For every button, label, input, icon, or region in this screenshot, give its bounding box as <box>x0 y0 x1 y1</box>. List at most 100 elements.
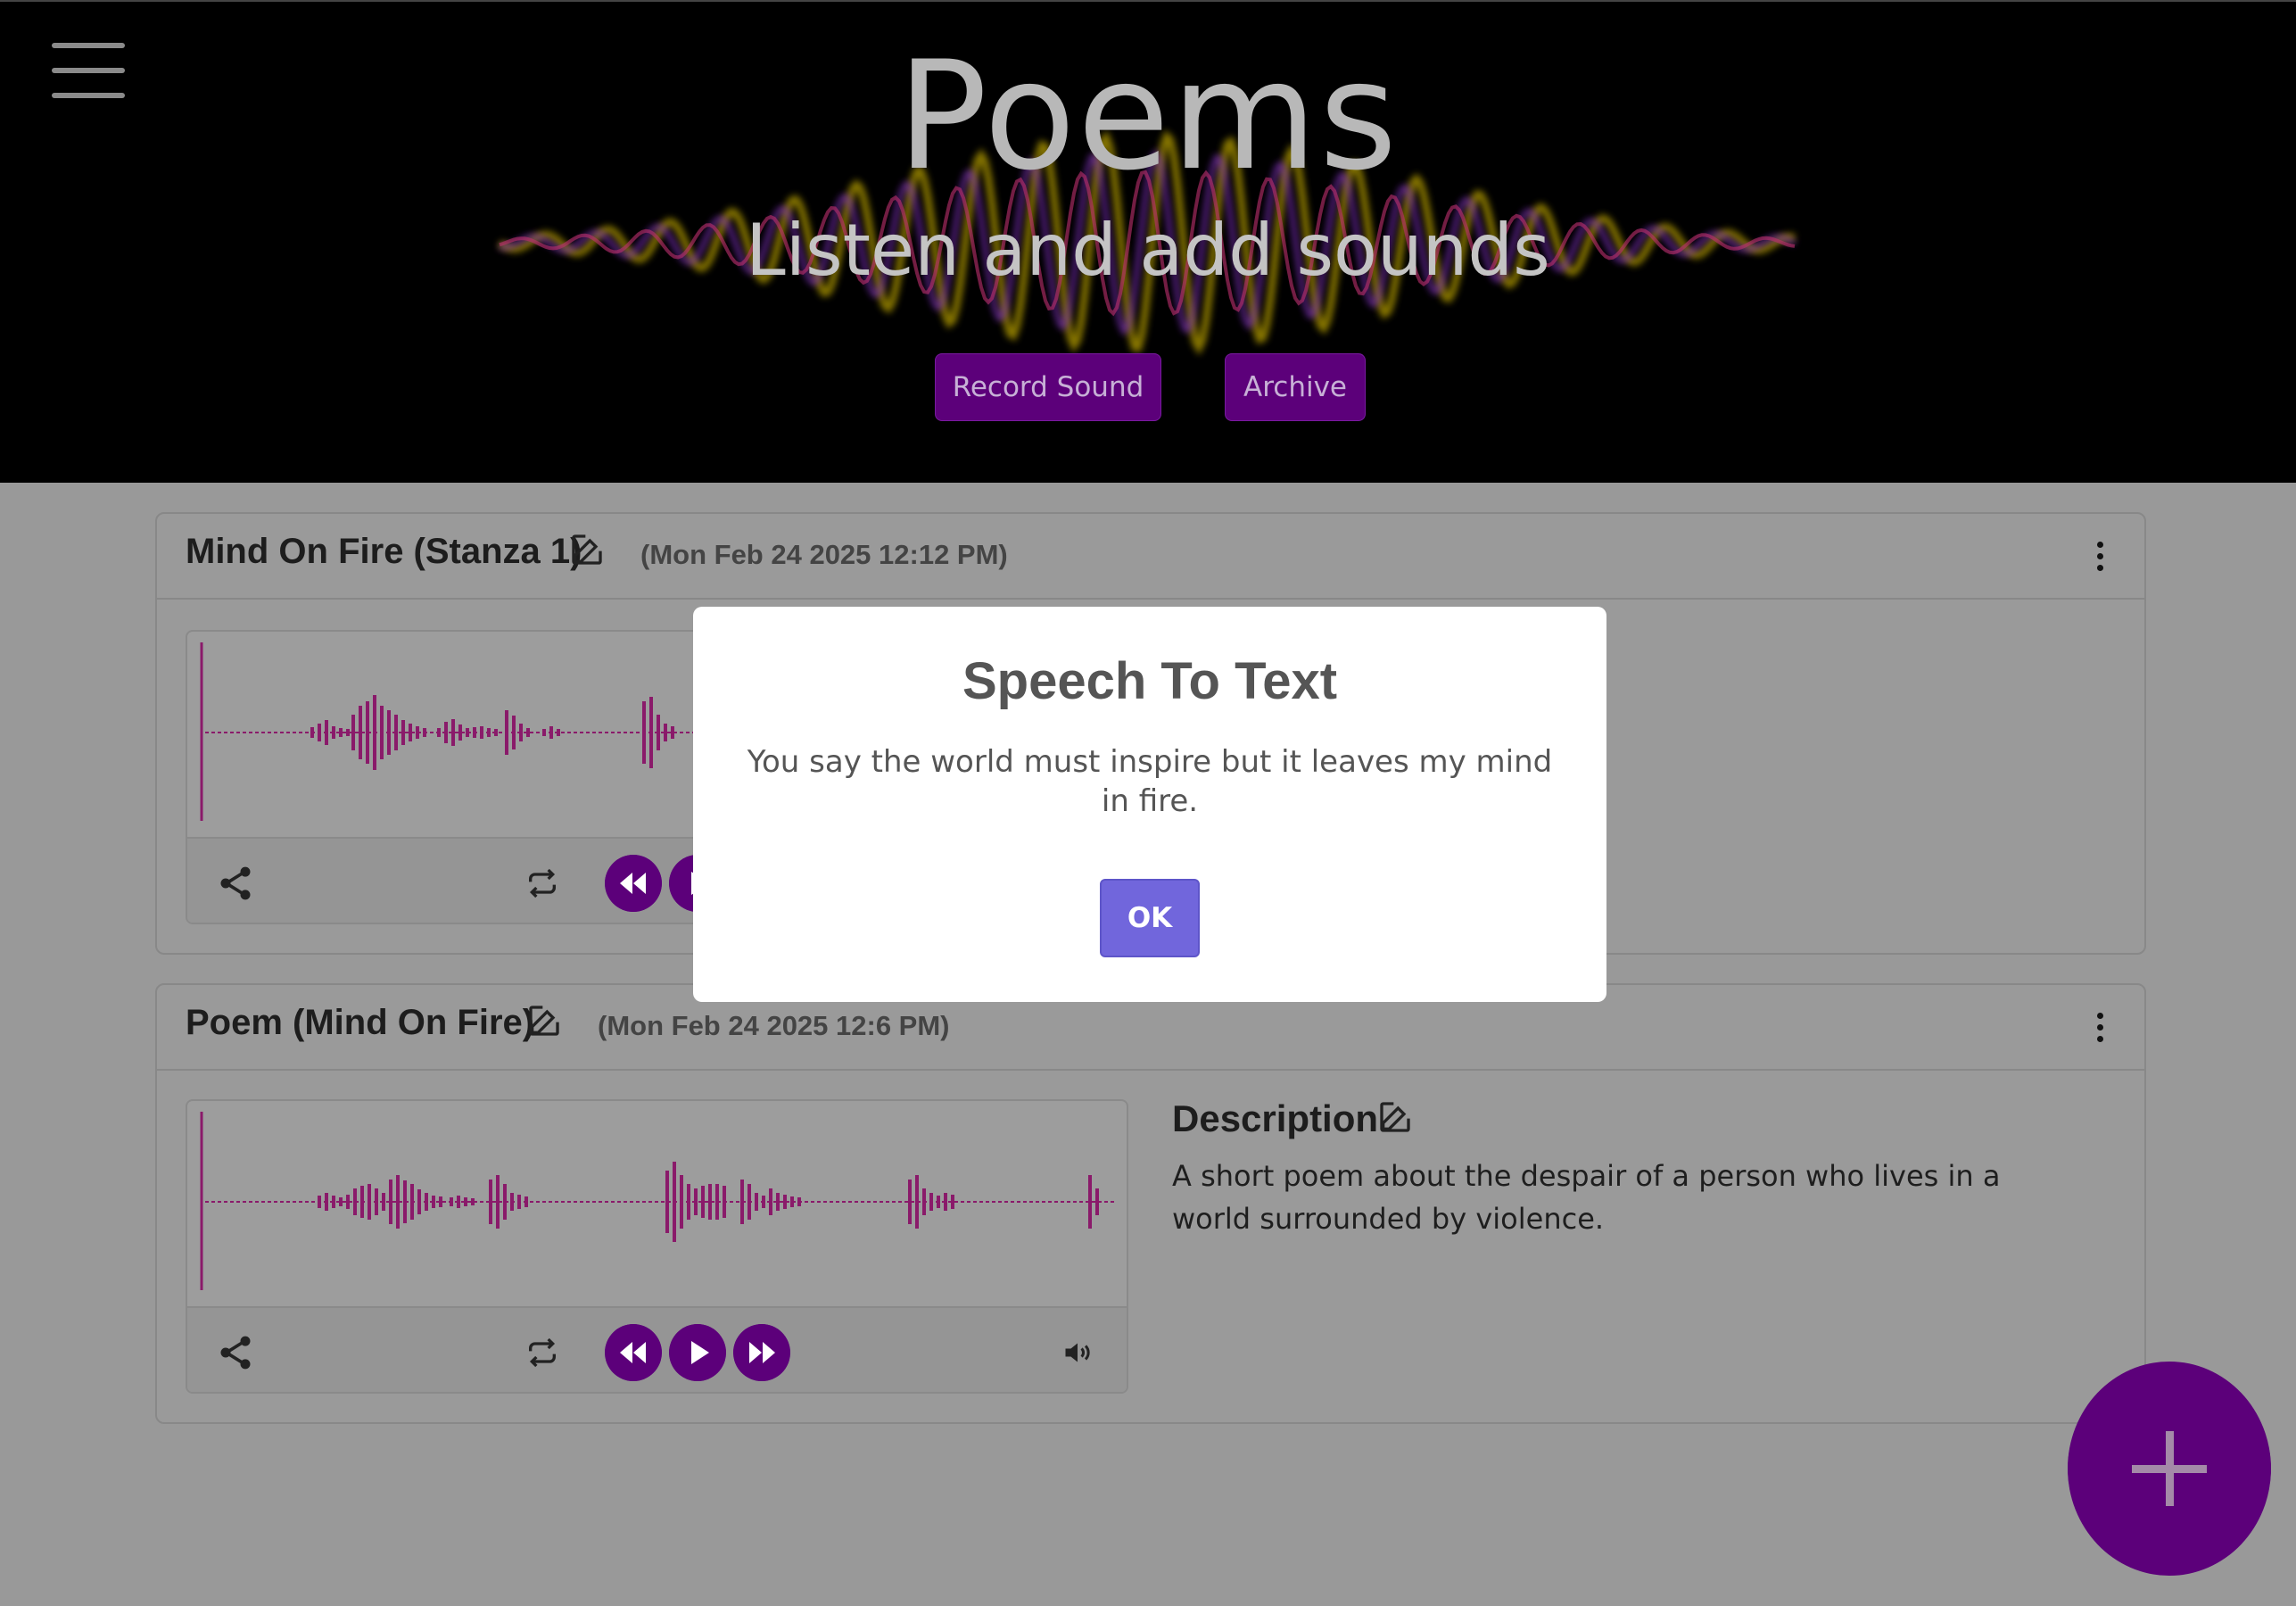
waveform-bar <box>701 1186 705 1218</box>
card-title: Poem (Mind On Fire) <box>186 1003 535 1042</box>
description-text: A short poem about the despair of a pers… <box>1172 1159 2001 1236</box>
waveform-bar <box>512 716 516 749</box>
waveform-bar <box>496 1175 500 1229</box>
waveform-bar <box>473 727 476 738</box>
waveform-bar <box>439 1196 442 1207</box>
waveform-bar <box>346 1195 350 1209</box>
waveform-bar <box>951 1195 954 1209</box>
edit-icon[interactable] <box>569 532 605 567</box>
waveform-bar <box>489 1180 492 1224</box>
waveform-bar <box>457 1196 460 1208</box>
waveform-bar <box>389 1180 392 1224</box>
waveform-bar <box>929 1193 933 1211</box>
waveform-bar <box>755 1193 758 1211</box>
waveform-bar <box>673 1162 676 1242</box>
waveform-bar <box>937 1196 940 1208</box>
waveform-bar <box>1088 1175 1092 1229</box>
waveform-bar <box>664 724 667 741</box>
record-sound-button[interactable]: Record Sound <box>935 353 1161 421</box>
dialog-text: You say the world must inspire but it le… <box>747 744 1553 819</box>
play-icon[interactable] <box>669 1324 726 1381</box>
waveform-bar <box>351 715 355 750</box>
share-icon[interactable] <box>216 1333 255 1372</box>
waveform-bar <box>665 1171 669 1233</box>
repeat-icon[interactable] <box>523 1335 562 1370</box>
more-vertical-icon[interactable] <box>2094 539 2105 575</box>
waveform-bar <box>762 1196 765 1208</box>
audio-player <box>186 1099 1128 1394</box>
waveform-bar <box>332 726 335 739</box>
waveform-bar <box>401 720 405 745</box>
waveform-bar <box>403 1180 407 1223</box>
waveform-bar <box>318 724 321 741</box>
waveform-bar <box>715 1184 719 1220</box>
more-vertical-icon[interactable] <box>2094 1010 2105 1046</box>
waveform-bar <box>466 728 469 737</box>
archive-button[interactable]: Archive <box>1225 353 1366 421</box>
repeat-icon[interactable] <box>523 865 562 901</box>
waveform-bar <box>339 1197 343 1206</box>
waveform-bar <box>908 1180 912 1224</box>
description-title: Description <box>1172 1097 1379 1139</box>
waveform-bar <box>657 715 660 750</box>
waveform-bar <box>797 1197 801 1206</box>
ok-button[interactable]: OK <box>1100 879 1200 957</box>
waveform-bar <box>387 710 391 755</box>
waveform-bar <box>915 1175 919 1229</box>
waveform-bar <box>380 706 384 759</box>
plus-icon[interactable] <box>2068 1362 2271 1576</box>
share-icon[interactable] <box>216 864 255 903</box>
edit-icon[interactable] <box>526 1003 562 1039</box>
waveform-bar <box>922 1188 926 1215</box>
waveform-bar <box>353 1188 357 1215</box>
waveform-bar <box>359 706 362 759</box>
rewind-icon[interactable] <box>605 1324 662 1381</box>
waveform-bar <box>790 1196 794 1207</box>
waveform-bar <box>747 1184 751 1220</box>
waveform-bar <box>366 701 369 764</box>
waveform-bar <box>432 1196 435 1208</box>
waveform-bar <box>396 1175 400 1229</box>
poem-card: Poem (Mind On Fire) (Mon Feb 24 2025 12:… <box>155 983 2146 1424</box>
waveform-bar <box>708 1184 712 1220</box>
waveform-bar <box>423 728 426 737</box>
card-date: (Mon Feb 24 2025 12:12 PM) <box>640 539 1008 570</box>
page-subtitle: Listen and add sounds <box>746 209 1550 292</box>
waveform-bar <box>417 1189 421 1214</box>
waveform-bar <box>671 726 674 739</box>
waveform-bar <box>382 1193 385 1211</box>
waveform-bar <box>769 1188 772 1215</box>
rewind-icon[interactable] <box>605 855 662 912</box>
waveform-bar <box>503 1184 507 1220</box>
waveform-bar <box>694 1188 698 1215</box>
waveform-bar <box>394 715 398 750</box>
waveform-bar <box>519 724 523 741</box>
waveform-bar <box>416 726 419 739</box>
edit-icon[interactable] <box>1377 1099 1413 1135</box>
waveform-bar <box>542 729 546 736</box>
fast-forward-icon[interactable] <box>733 1324 790 1381</box>
waveform-bar <box>649 697 653 768</box>
waveform-bar <box>471 1198 475 1205</box>
waveform-bar <box>776 1193 780 1211</box>
waveform[interactable] <box>187 1101 1128 1306</box>
waveform-bar <box>480 726 483 739</box>
waveform-bar <box>505 710 508 755</box>
waveform-bar <box>464 1197 467 1206</box>
waveform-bar <box>557 729 560 736</box>
waveform-bar <box>318 1196 321 1208</box>
waveform-bar <box>451 719 455 746</box>
waveform-bar <box>526 728 530 737</box>
waveform-bar <box>332 1196 335 1208</box>
waveform-bar <box>740 1180 744 1224</box>
waveform-bar <box>368 1184 371 1220</box>
volume-icon[interactable] <box>1060 1337 1095 1369</box>
waveform-bar <box>680 1175 683 1229</box>
speech-to-text-dialog: Speech To Text You say the world must in… <box>693 607 1606 1002</box>
waveform-bar <box>642 701 646 764</box>
waveform-bar <box>310 727 314 738</box>
waveform-bar <box>409 724 412 741</box>
waveform-bar <box>524 1196 528 1207</box>
waveform-bar <box>346 729 350 736</box>
waveform-bar <box>437 728 441 737</box>
